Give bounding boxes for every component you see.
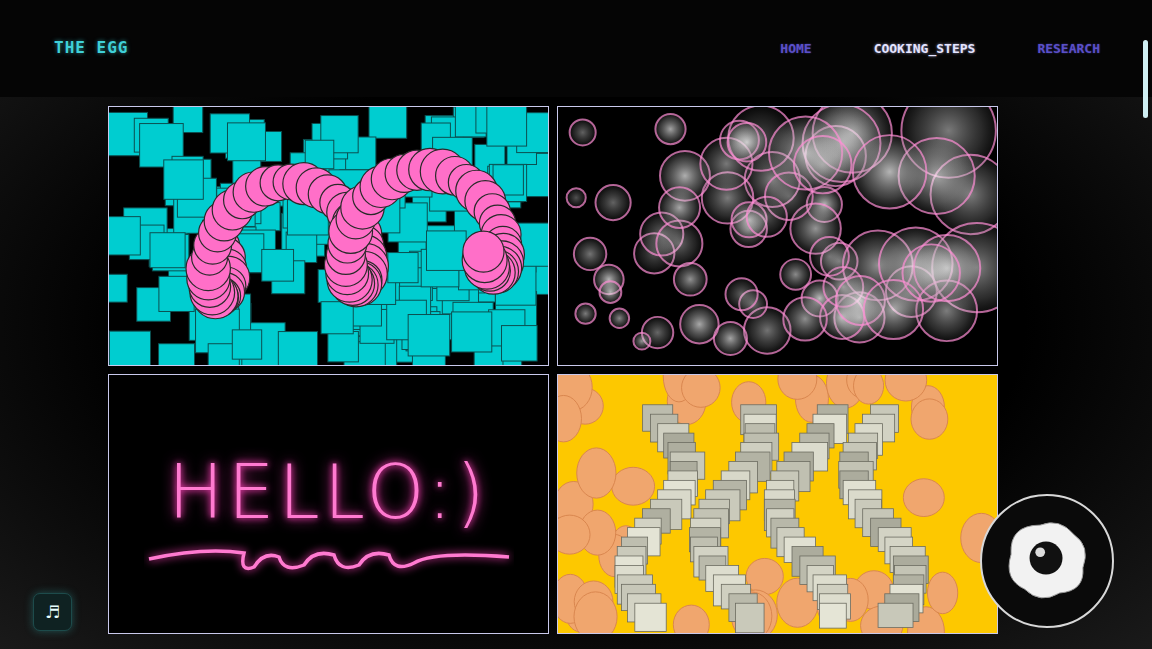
nav-item[interactable]: COOKING_STEPS <box>874 41 976 56</box>
neon-drawing: HELLO:) <box>144 429 514 579</box>
collage-sketch <box>558 375 997 633</box>
page: THE EGG HOME COOKING_STEPS RESEARCH HELLO:) ♬ <box>0 0 1152 649</box>
sketch-panel[interactable]: HELLO:) <box>108 374 549 634</box>
squiggle-icon <box>144 539 514 579</box>
main: HELLO:) <box>0 97 1152 634</box>
sketch-panel[interactable] <box>108 106 549 366</box>
music-button[interactable]: ♬ <box>33 593 72 631</box>
nav-item[interactable]: RESEARCH <box>1037 41 1100 56</box>
neon-text: HELLO:) <box>168 449 489 535</box>
sketch-panel[interactable] <box>557 374 998 634</box>
nav: HOME COOKING_STEPS RESEARCH <box>780 41 1100 56</box>
bubbles-sketch <box>558 107 997 365</box>
gallery: HELLO:) <box>108 106 998 634</box>
logo[interactable]: THE EGG <box>54 38 128 57</box>
scrollbar-thumb[interactable] <box>1143 40 1148 118</box>
fried-egg-icon <box>982 496 1112 626</box>
nav-item[interactable]: HOME <box>780 41 811 56</box>
sketch-panel[interactable] <box>557 106 998 366</box>
shapes-sketch <box>109 107 548 365</box>
header: THE EGG HOME COOKING_STEPS RESEARCH <box>0 0 1152 97</box>
egg-button[interactable] <box>980 494 1114 628</box>
